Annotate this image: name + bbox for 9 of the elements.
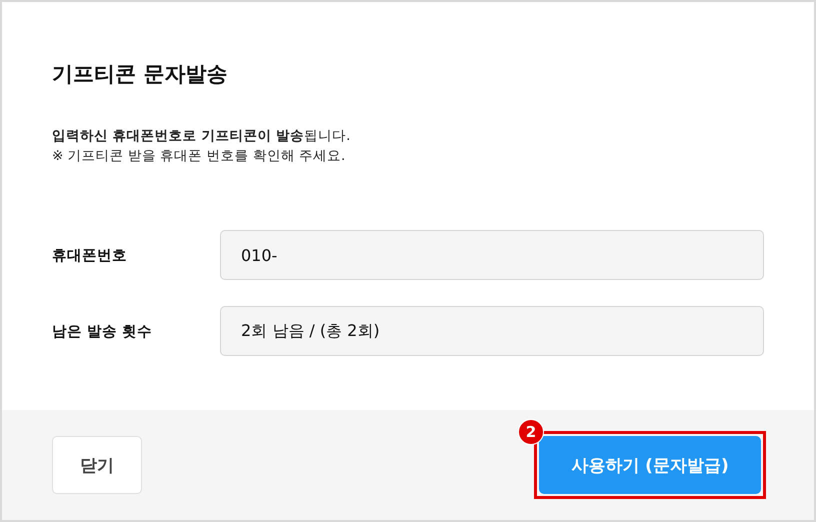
field-label: 남은 발송 횟수 xyxy=(52,322,154,340)
input-field[interactable]: 2회 남음 / (총 2회) xyxy=(220,306,764,356)
notice-text: 입력하신 휴대폰번호로 기프티콘이 발송됩니다. xyxy=(52,127,352,146)
close-button[interactable]: 닫기 xyxy=(52,436,142,494)
dialog-title: 기프티콘 문자발송 xyxy=(52,61,228,88)
input-field[interactable]: 010- xyxy=(220,230,764,280)
step-badge: 2 xyxy=(518,419,544,445)
notice-text: ※ 기프티콘 받을 휴대폰 번호를 확인해 주세요. xyxy=(52,147,346,166)
field-label: 휴대폰번호 xyxy=(52,246,128,264)
